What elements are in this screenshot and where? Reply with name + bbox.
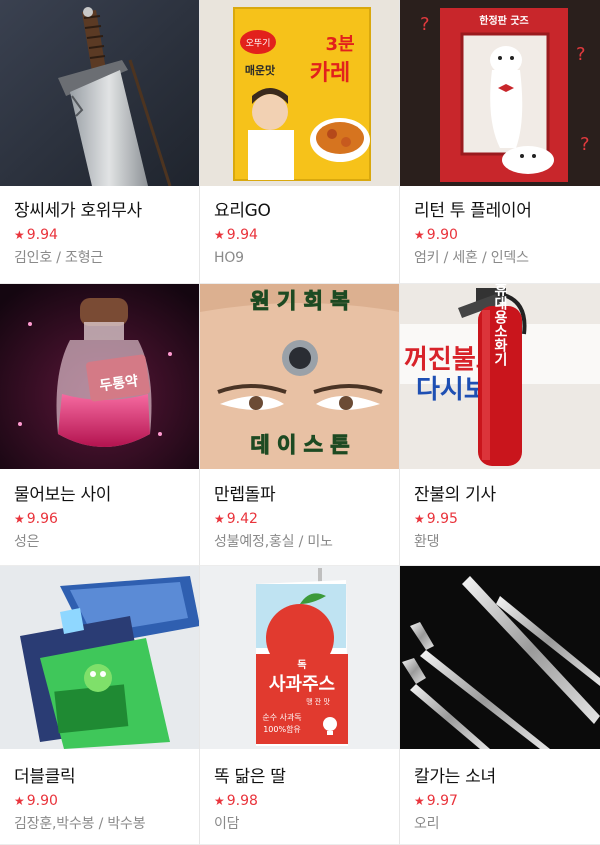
webtoon-author: 엄키 / 세혼 / 인덱스 bbox=[414, 250, 529, 266]
webtoon-rating: ★ 9.90 bbox=[414, 227, 458, 243]
webtoon-title: 칼가는 소녀 bbox=[414, 767, 496, 787]
webtoon-title: 똑 닮은 딸 bbox=[214, 767, 286, 787]
webtoon-author: 성은 bbox=[14, 534, 40, 550]
star-icon: ★ bbox=[214, 794, 225, 808]
svg-text:?: ? bbox=[580, 134, 590, 155]
webtoon-card[interactable]: 칼가는 소녀 ★ 9.97 오리 bbox=[400, 566, 600, 845]
star-icon: ★ bbox=[214, 512, 225, 526]
webtoon-card[interactable]: 꺼진불도 다시보자 휴대용소화기 잔불의 기사 ★ 9.95 환댕 bbox=[400, 284, 600, 566]
star-icon: ★ bbox=[414, 512, 425, 526]
webtoon-author: 오리 bbox=[414, 816, 440, 832]
svg-text:3분: 3분 bbox=[325, 34, 354, 55]
webtoon-rating: ★ 9.98 bbox=[214, 793, 258, 809]
webtoon-card[interactable]: 원 기 회 복 데 이 스 톤 만렙돌파 ★ 9.42 성불예정,홍실 / 미노 bbox=[200, 284, 400, 566]
svg-text:원 기 회 복: 원 기 회 복 bbox=[250, 289, 349, 313]
svg-text:?: ? bbox=[420, 14, 430, 35]
webtoon-rating: ★ 9.97 bbox=[414, 793, 458, 809]
webtoon-rating: ★ 9.42 bbox=[214, 511, 258, 527]
webtoon-title: 요리GO bbox=[214, 201, 271, 221]
webtoon-author: 이담 bbox=[214, 816, 240, 832]
svg-text:맹 잔 맛: 맹 잔 맛 bbox=[306, 697, 330, 706]
webtoon-card[interactable]: 장씨세가 호위무사 ★ 9.94 김인호 / 조형근 bbox=[0, 0, 200, 284]
star-icon: ★ bbox=[14, 794, 25, 808]
svg-text:?: ? bbox=[576, 44, 586, 65]
brand-logo-text: 오뚜기 bbox=[246, 38, 271, 48]
webtoon-rating: ★ 9.96 bbox=[14, 511, 58, 527]
svg-text:순수 사과독: 순수 사과독 bbox=[262, 713, 301, 722]
webtoon-grid: 장씨세가 호위무사 ★9.94 김인호 / 조형근 오뚜기 3분 카레 매운맛 bbox=[0, 0, 600, 845]
webtoon-author: 성불예정,홍실 / 미노 bbox=[214, 534, 333, 550]
webtoon-title: 장씨세가 호위무사 bbox=[14, 201, 142, 221]
svg-text:사과주스: 사과주스 bbox=[269, 674, 335, 695]
webtoon-title: 만렙돌파 bbox=[214, 485, 276, 505]
webtoon-title: 물어보는 사이 bbox=[14, 485, 112, 505]
svg-text:한정판 굿즈: 한정판 굿즈 bbox=[479, 14, 528, 27]
webtoon-title: 리턴 투 플레이어 bbox=[414, 201, 532, 221]
curry-box-image[interactable]: 오뚜기 3분 카레 매운맛 bbox=[200, 0, 399, 186]
webtoon-card[interactable]: 두통약 물어보는 사이 ★ 9.96 성은 bbox=[0, 284, 200, 566]
forehead-image[interactable]: 원 기 회 복 데 이 스 톤 bbox=[200, 284, 399, 469]
svg-text:카레: 카레 bbox=[310, 61, 350, 86]
svg-text:휴대용소화기: 휴대용소화기 bbox=[492, 284, 508, 367]
star-icon: ★ bbox=[414, 228, 425, 242]
svg-text:데 이 스 톤: 데 이 스 톤 bbox=[250, 433, 349, 457]
webtoon-author: 김인호 / 조형근 bbox=[14, 250, 104, 266]
webtoon-rating: ★ 9.90 bbox=[14, 793, 58, 809]
webtoon-author: 김장훈,박수봉 / 박수봉 bbox=[14, 816, 146, 832]
svg-text:100%함유: 100%함유 bbox=[263, 725, 301, 734]
sword-image[interactable] bbox=[0, 0, 199, 186]
webtoon-card[interactable]: 독 사과주스 맹 잔 맛 순수 사과독 100%함유 똑 닮은 딸 ★ 9.98 … bbox=[200, 566, 400, 845]
webtoon-card[interactable]: 오뚜기 3분 카레 매운맛 요리GO ★ 9.94 HO9 bbox=[200, 0, 400, 284]
webtoon-rating: ★ 9.95 bbox=[414, 511, 458, 527]
ferret-box-image[interactable]: ? ? ? 한정판 굿즈 bbox=[400, 0, 600, 186]
webtoon-title: 잔불의 기사 bbox=[414, 485, 496, 505]
svg-text:독: 독 bbox=[297, 659, 306, 671]
fire-extinguisher-image[interactable]: 꺼진불도 다시보자 휴대용소화기 bbox=[400, 284, 600, 469]
webtoon-rating: ★ 9.94 bbox=[14, 227, 58, 243]
svg-text:매운맛: 매운맛 bbox=[245, 63, 275, 77]
trading-cards-image[interactable] bbox=[0, 566, 199, 749]
apple-juice-image[interactable]: 독 사과주스 맹 잔 맛 순수 사과독 100%함유 bbox=[200, 566, 399, 749]
webtoon-author: HO9 bbox=[214, 250, 244, 266]
star-icon: ★ bbox=[214, 228, 225, 242]
star-icon: ★ bbox=[14, 228, 25, 242]
webtoon-title: 더블클릭 bbox=[14, 767, 76, 787]
webtoon-author: 환댕 bbox=[414, 534, 440, 550]
cutlery-image[interactable] bbox=[400, 566, 600, 749]
potion-bottle-image[interactable]: 두통약 bbox=[0, 284, 199, 469]
star-icon: ★ bbox=[14, 512, 25, 526]
webtoon-card[interactable]: 더블클릭 ★ 9.90 김장훈,박수봉 / 박수봉 bbox=[0, 566, 200, 845]
webtoon-rating: ★ 9.94 bbox=[214, 227, 258, 243]
webtoon-card[interactable]: ? ? ? 한정판 굿즈 리턴 투 플레이어 ★ 9.90 엄키 / 세혼 / 인… bbox=[400, 0, 600, 284]
star-icon: ★ bbox=[414, 794, 425, 808]
